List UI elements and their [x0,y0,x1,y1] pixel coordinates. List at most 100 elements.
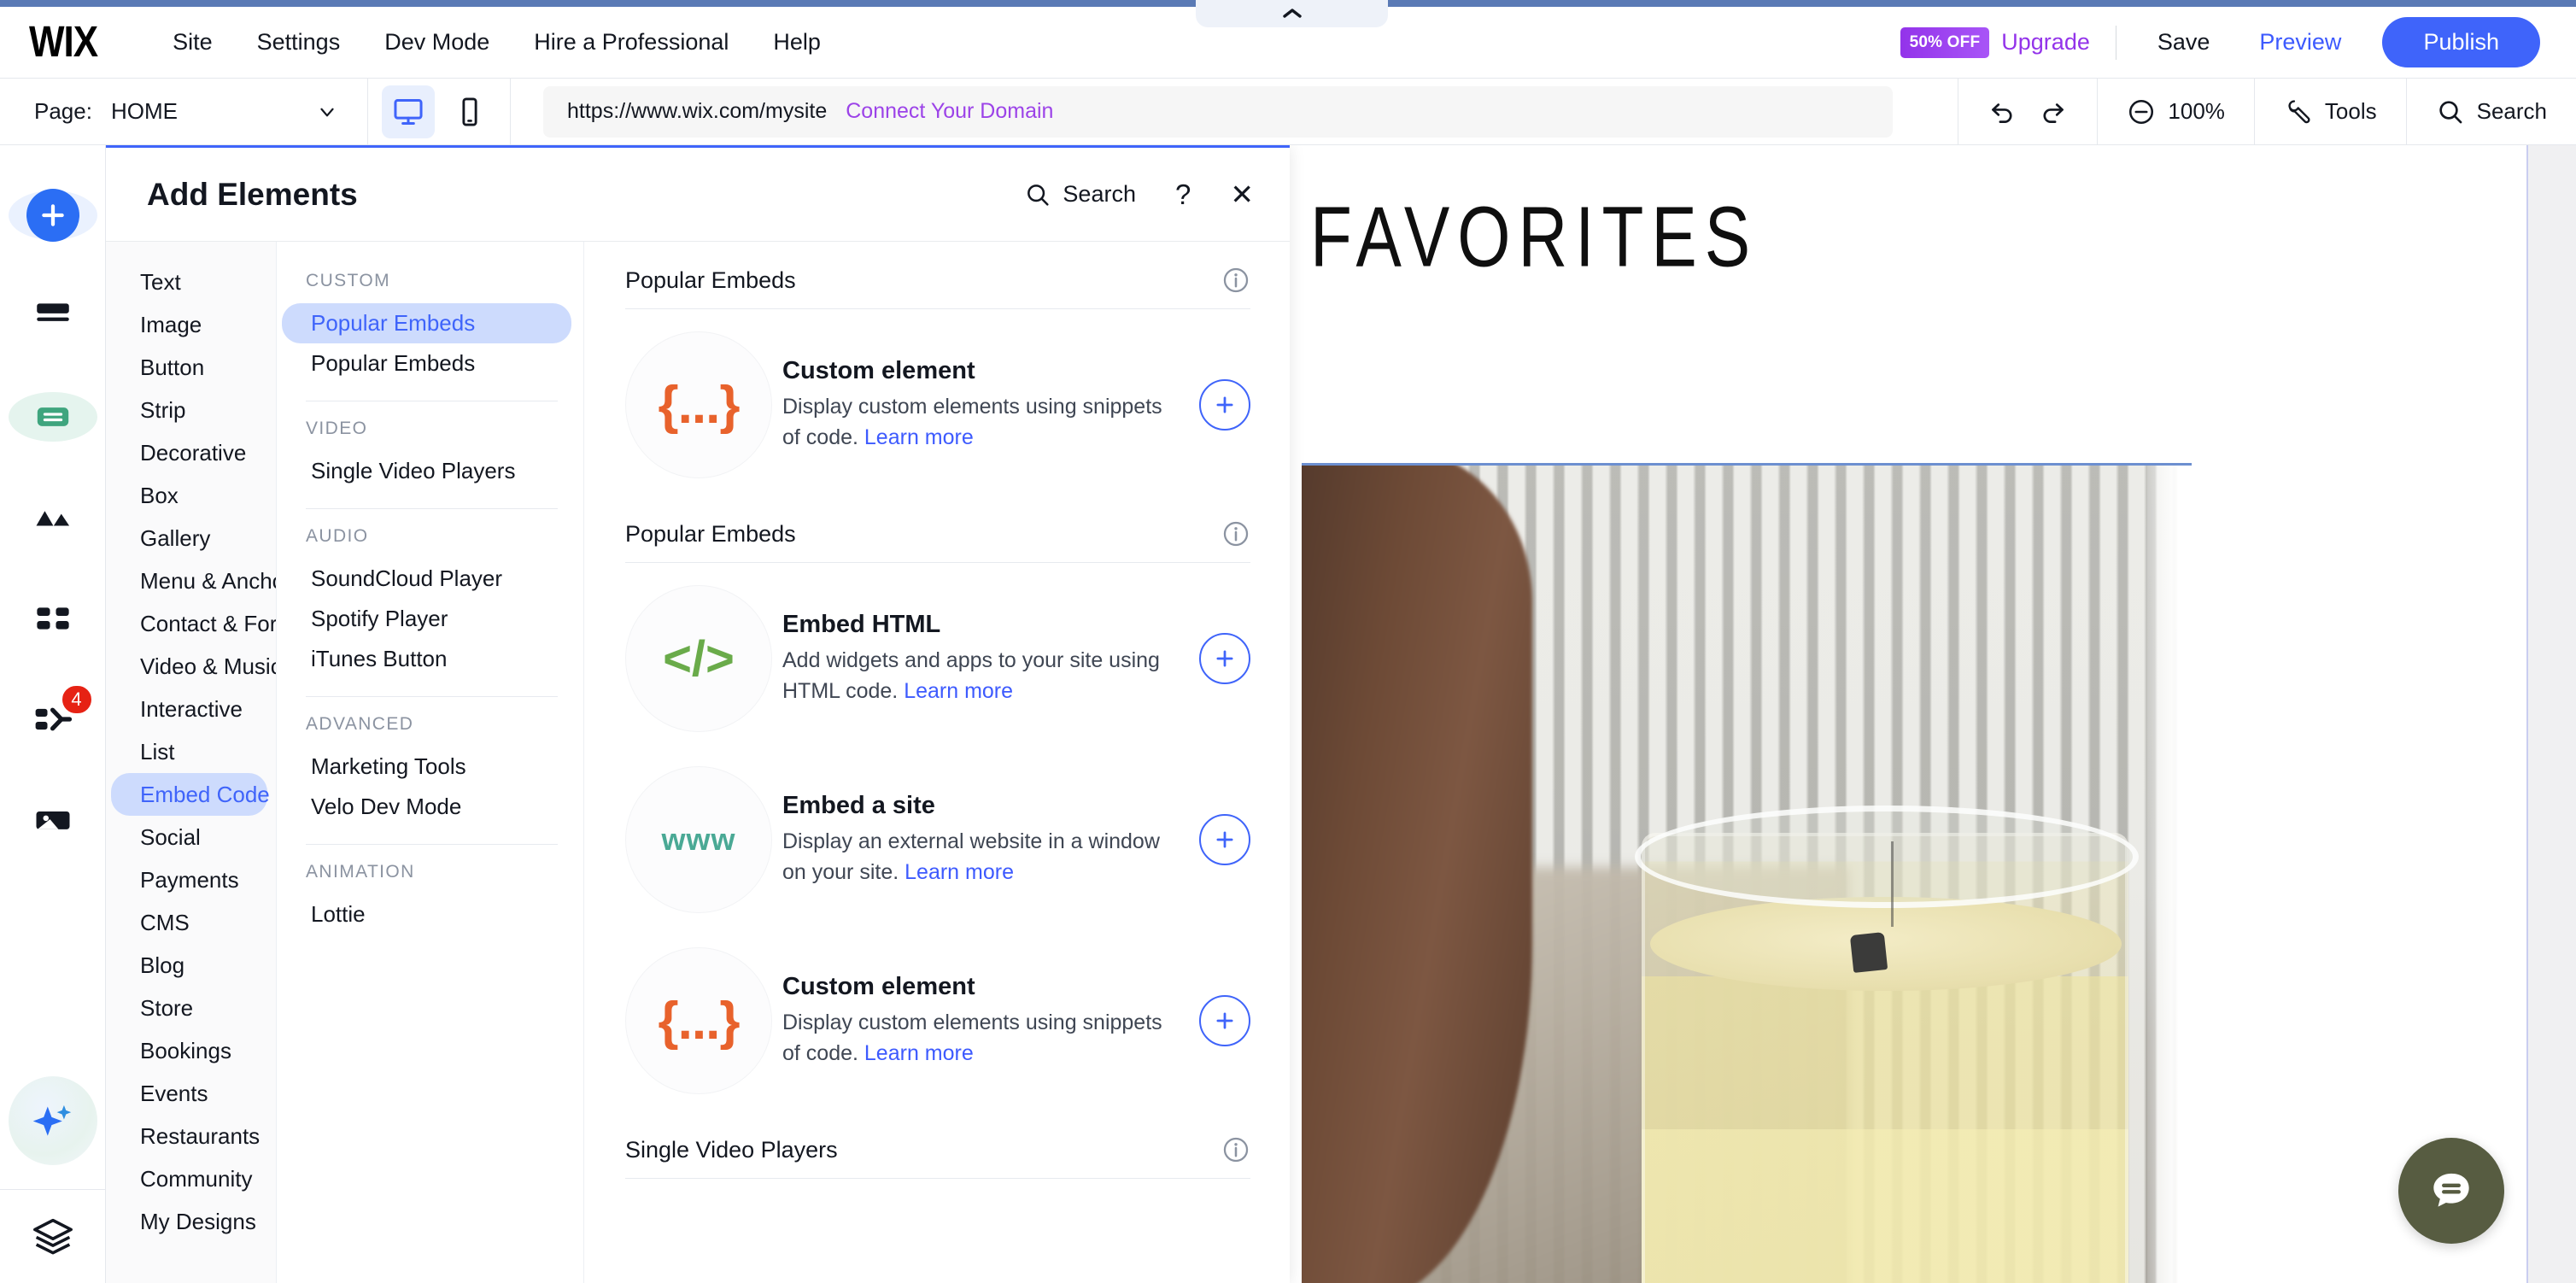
device-switcher [368,79,510,145]
page-selector[interactable]: Page: HOME [0,79,367,145]
category-bookings[interactable]: Bookings [111,1029,267,1072]
redo-icon[interactable] [2039,97,2068,126]
subitem-lottie[interactable]: Lottie [282,894,571,934]
preview-button[interactable]: Preview [2244,24,2356,61]
desktop-view-button[interactable] [382,85,435,138]
panel-content-column: Popular Embeds {...} Custom element Disp… [584,242,1290,1283]
element-card-embed-html[interactable]: </> Embed HTML Add widgets and apps to y… [625,568,1250,749]
subitem-single-video-players[interactable]: Single Video Players [282,451,571,491]
mobile-view-button[interactable] [443,85,496,138]
category-button[interactable]: Button [111,346,267,389]
menu-item-hire-a-professional[interactable]: Hire a Professional [512,22,751,62]
card-icon-wrapper: {...} [625,947,772,1094]
add-element-button[interactable] [1199,633,1250,684]
menu-item-site[interactable]: Site [150,22,235,62]
page-heading-favorites[interactable]: FAVORITES [1310,188,1758,286]
subitem-spotify-player[interactable]: Spotify Player [282,599,571,639]
site-url-bar[interactable]: https://www.wix.com/mysite Connect Your … [543,85,1893,138]
element-card-custom-element-1[interactable]: {...} Custom element Display custom elem… [625,314,1250,495]
category-events[interactable]: Events [111,1072,267,1115]
canvas-page-surface[interactable]: FAVORITES [1290,145,2528,1283]
section-header-popular-embeds-1: Popular Embeds [625,242,1250,309]
tools-button[interactable]: Tools [2253,78,2406,145]
panel-help-button[interactable]: ? [1175,179,1191,211]
rail-item-my-business[interactable]: 4 [10,677,96,762]
category-strip[interactable]: Strip [111,389,267,431]
category-gallery[interactable]: Gallery [111,517,267,559]
add-element-button[interactable] [1199,995,1250,1046]
panel-category-list: Text Image Button Strip Decorative Box G… [106,242,277,1283]
category-my-designs[interactable]: My Designs [111,1200,267,1243]
card-description: Display custom elements using snippets o… [782,392,1182,453]
category-video-music[interactable]: Video & Music [111,645,276,688]
category-community[interactable]: Community [111,1157,267,1200]
info-icon[interactable] [1221,519,1250,548]
element-card-embed-a-site[interactable]: www Embed a site Display an external web… [625,749,1250,930]
category-cms[interactable]: CMS [111,901,267,944]
rail-item-apps[interactable] [10,576,96,661]
panel-search-label: Search [1063,181,1136,207]
video-person-arm [1302,466,1532,1283]
panel-close-button[interactable]: ✕ [1230,180,1254,208]
learn-more-link[interactable]: Learn more [864,425,974,449]
category-menu-anchor[interactable]: Menu & Anchor [111,559,276,602]
zoom-control[interactable]: 100% [2097,78,2254,145]
card-title: Embed HTML [782,611,941,638]
zoom-level-value: 100% [2168,98,2225,124]
mobile-icon [462,97,477,126]
menu-item-dev-mode[interactable]: Dev Mode [362,22,512,62]
category-image[interactable]: Image [111,303,267,346]
search-icon [1027,184,1050,206]
info-icon[interactable] [1221,1135,1250,1164]
category-box[interactable]: Box [111,474,267,517]
save-button[interactable]: Save [2142,24,2226,61]
category-store[interactable]: Store [111,987,267,1029]
subitem-marketing-tools[interactable]: Marketing Tools [282,747,571,787]
collapse-toolbar-tab[interactable] [1196,0,1388,27]
category-restaurants[interactable]: Restaurants [111,1115,267,1157]
subitem-itunes-button[interactable]: iTunes Button [282,639,571,679]
rail-item-site-pages[interactable] [10,273,96,359]
category-embed-code[interactable]: Embed Code [111,773,270,816]
add-element-button[interactable] [1199,814,1250,865]
rail-item-layers[interactable] [0,1189,106,1283]
rail-item-site-design[interactable] [8,374,97,460]
section-title: Single Video Players [625,1136,838,1163]
add-element-button[interactable] [1199,379,1250,431]
undo-icon[interactable] [1988,97,2017,126]
subitem-soundcloud-player[interactable]: SoundCloud Player [282,559,571,599]
element-card-custom-element-2[interactable]: {...} Custom element Display custom elem… [625,930,1250,1111]
category-interactive[interactable]: Interactive [111,688,267,730]
rail-item-media[interactable] [10,475,96,560]
panel-search-button[interactable]: Search [1024,181,1136,208]
category-blog[interactable]: Blog [111,944,267,987]
publish-button[interactable]: Publish [2382,17,2540,67]
rail-item-my-uploads[interactable] [10,777,96,863]
menu-item-settings[interactable]: Settings [235,22,363,62]
video-glass-seam [1891,841,1894,927]
info-icon[interactable] [1221,266,1250,295]
subitem-popular-embeds-2[interactable]: Popular Embeds [282,343,571,384]
toolbar-search-button[interactable]: Search [2405,78,2576,145]
category-payments[interactable]: Payments [111,858,267,901]
category-contact-forms[interactable]: Contact & Forms [111,602,276,645]
canvas-video-element[interactable] [1302,463,2192,1283]
category-list[interactable]: List [111,730,267,773]
learn-more-link[interactable]: Learn more [864,1041,974,1065]
upgrade-link[interactable]: Upgrade [2001,29,2090,56]
category-social[interactable]: Social [111,816,267,858]
learn-more-link[interactable]: Learn more [905,860,1014,884]
subitem-velo-dev-mode[interactable]: Velo Dev Mode [282,787,571,827]
site-canvas[interactable]: FAVORITES [1290,145,2576,1283]
top-bar-actions: 50% OFF Upgrade Save Preview Publish [1900,17,2576,67]
rail-item-ai-assistant[interactable] [8,1076,97,1165]
learn-more-link[interactable]: Learn more [904,679,1013,703]
menu-item-help[interactable]: Help [751,22,843,62]
connect-domain-link[interactable]: Connect Your Domain [846,99,1053,124]
rail-item-add-elements[interactable] [8,173,97,258]
category-text[interactable]: Text [111,261,267,303]
chat-widget-button[interactable] [2398,1138,2504,1244]
wix-logo[interactable]: WIX [29,21,98,64]
category-decorative[interactable]: Decorative [111,431,267,474]
subitem-popular-embeds-1[interactable]: Popular Embeds [282,303,571,343]
